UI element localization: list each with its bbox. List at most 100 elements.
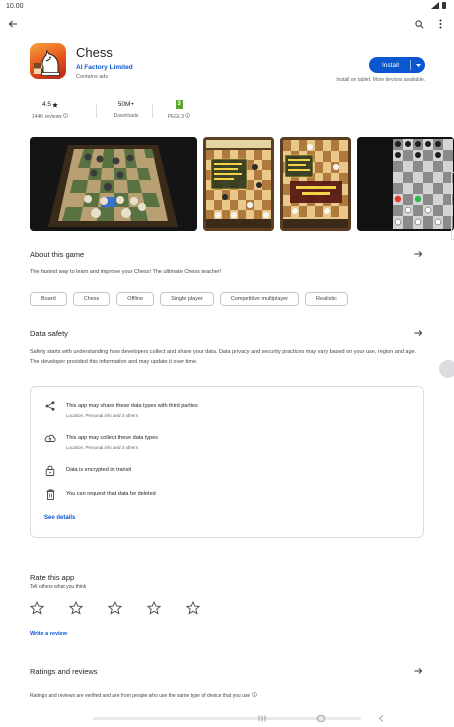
star-filled-icon: [52, 101, 58, 108]
chess-knight-logo-icon: [34, 49, 60, 76]
home-icon: [317, 714, 325, 722]
delete-icon-wrap: [43, 487, 57, 501]
ratings-arrow-button[interactable]: [412, 665, 424, 677]
rate-subtitle: Tell others what you think: [30, 584, 87, 590]
delete-icon: [46, 488, 54, 500]
more-vert-icon: [439, 19, 441, 29]
safety-sub-text: Location, Personal info and 3 others: [66, 445, 139, 450]
pegi-stat[interactable]: 3 PEGI 3: [153, 100, 205, 124]
arrow-forward-icon: [414, 330, 422, 336]
data-safety-description: Safety starts with understanding how dev…: [30, 349, 417, 365]
install-label: Install: [382, 61, 399, 69]
app-header: Chess AI Factory Limited Contains ads In…: [30, 43, 425, 91]
screenshot-4[interactable]: [357, 137, 454, 231]
reviews-count: 144K reviews: [31, 114, 62, 120]
recents-icon: [258, 715, 266, 721]
arrow-forward-icon: [414, 251, 422, 257]
see-details-link[interactable]: See details: [44, 515, 75, 521]
status-time: 10.00: [6, 3, 24, 10]
safety-main-text: Data is encrypted in transit: [66, 467, 132, 473]
data-safety-arrow-button[interactable]: [412, 327, 424, 339]
system-nav-bar: [0, 710, 454, 727]
downloads-stat: 50M+ Downloads: [100, 100, 152, 124]
share-icon: [45, 401, 55, 411]
chess-lesson-image: [203, 137, 274, 231]
info-icon[interactable]: [251, 692, 257, 697]
tag-chip[interactable]: Board: [30, 292, 67, 306]
screenshot-2[interactable]: [203, 137, 274, 231]
data-safety-title: Data safety: [30, 329, 68, 338]
search-button[interactable]: [412, 17, 426, 31]
lock-icon: [45, 465, 55, 476]
about-description: The fastest way to learn and improve you…: [30, 269, 222, 275]
developer-link[interactable]: AI Factory Limited: [76, 64, 133, 71]
downloads-value: 50M+: [117, 101, 135, 108]
battery-icon: [442, 2, 446, 9]
arrow-forward-icon: [414, 668, 422, 674]
safety-row-encrypted: Data is encrypted in transit: [43, 463, 131, 477]
safety-main-text: This app may collect these data types: [66, 435, 159, 441]
about-title: About this game: [30, 250, 85, 259]
pegi-badge: 3: [175, 100, 183, 109]
rating-stars: [30, 601, 200, 615]
arrow-back-icon: [8, 20, 17, 28]
rating-stat[interactable]: 4.5 144K reviews: [30, 100, 70, 124]
chess-board-3d-image: [30, 137, 197, 231]
safety-main-text: This app may share these data types with…: [66, 403, 198, 409]
app-title: Chess: [76, 45, 113, 60]
more-options-button[interactable]: [434, 17, 446, 31]
cloud-upload-icon-wrap: [43, 431, 57, 445]
screenshot-1[interactable]: [30, 137, 197, 231]
info-icon: [63, 113, 68, 118]
downloads-label: Downloads: [113, 113, 139, 119]
tag-chip[interactable]: Offline: [116, 292, 155, 306]
install-note: Install on tablet. More devices availabl…: [336, 77, 425, 83]
chevron-left-icon: [378, 714, 384, 722]
floating-edge-button[interactable]: [439, 360, 454, 378]
star-outline-icon[interactable]: [108, 601, 122, 615]
safety-text: This app may share these data types with…: [66, 399, 198, 418]
tag-chip[interactable]: Realistic: [305, 292, 348, 306]
search-icon: [414, 19, 423, 28]
rating-value: 4.5: [41, 101, 52, 108]
chess-board-2d-image: [357, 137, 454, 231]
star-outline-icon[interactable]: [147, 601, 161, 615]
screenshot-gallery[interactable]: [30, 137, 454, 231]
status-bar: 10.00: [0, 0, 454, 14]
ratings-title: Ratings and reviews: [30, 667, 98, 676]
about-arrow-button[interactable]: [412, 248, 424, 260]
safety-sub-text: Location, Personal info and 3 others: [66, 413, 139, 418]
home-button[interactable]: [315, 713, 327, 723]
info-icon: [185, 113, 190, 118]
cloud-upload-icon: [44, 434, 56, 442]
rating-value-row: 4.5: [30, 100, 70, 109]
tag-chip[interactable]: Chess: [72, 292, 111, 306]
stat-divider: [96, 104, 97, 118]
star-outline-icon[interactable]: [186, 601, 200, 615]
safety-main-text: You can request that data be deleted: [66, 491, 156, 497]
nav-back-button[interactable]: [375, 713, 387, 723]
install-options-button[interactable]: [411, 63, 425, 67]
tag-chip[interactable]: Competitive multiplayer: [219, 292, 300, 306]
star-outline-icon[interactable]: [69, 601, 83, 615]
safety-text: This app may collect these data types Lo…: [66, 431, 158, 450]
contains-ads-label: Contains ads: [76, 74, 109, 80]
pegi-label: PEGI 3: [167, 114, 184, 120]
top-app-bar: [0, 14, 454, 34]
chevron-down-icon: [415, 63, 421, 67]
chess-opening-image: [280, 137, 351, 231]
screenshot-3[interactable]: [280, 137, 351, 231]
install-button[interactable]: Install: [369, 57, 425, 73]
recents-button[interactable]: [256, 713, 268, 723]
ratings-note-text: Ratings and reviews are verified and are…: [30, 693, 251, 699]
status-icons: [431, 2, 446, 9]
app-icon[interactable]: [30, 43, 66, 79]
lock-icon-wrap: [43, 463, 57, 477]
tag-chip[interactable]: Single player: [160, 292, 214, 306]
write-review-link[interactable]: Write a review: [30, 631, 67, 637]
safety-row-collect: This app may collect these data types Lo…: [43, 431, 158, 450]
safety-row-delete: You can request that data be deleted: [43, 487, 156, 501]
back-button[interactable]: [6, 17, 20, 31]
share-icon-wrap: [43, 399, 57, 413]
star-outline-icon[interactable]: [30, 601, 44, 615]
